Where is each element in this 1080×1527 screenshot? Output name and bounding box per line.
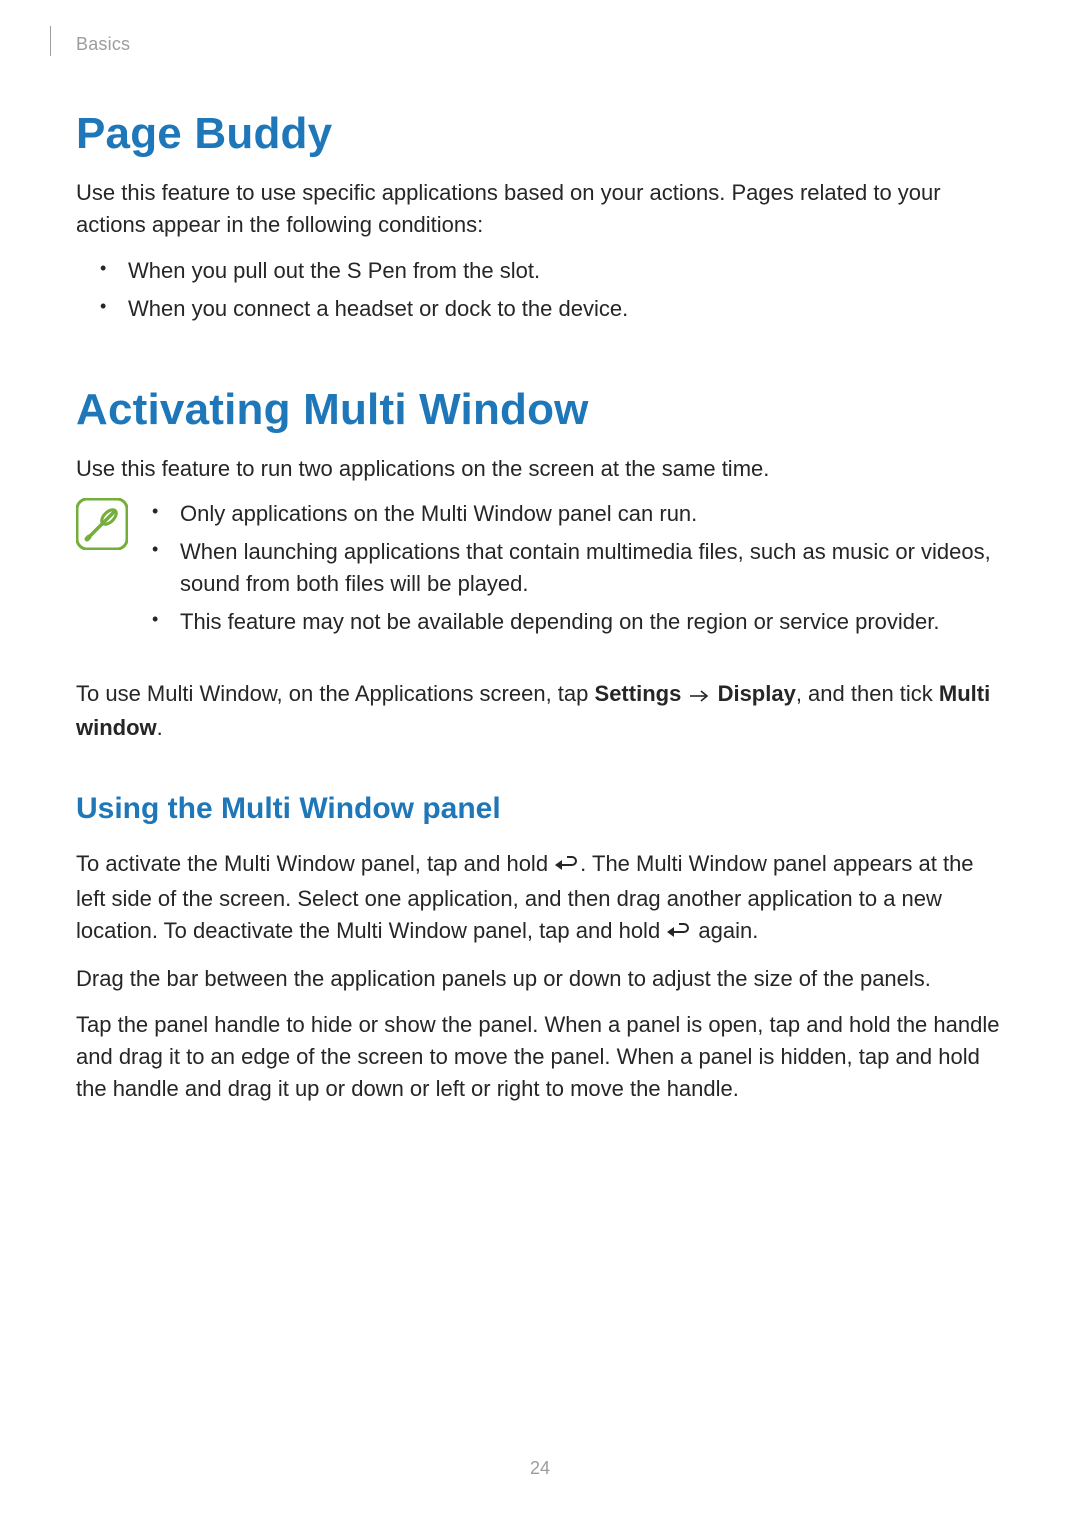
text-fragment: again.: [692, 918, 758, 943]
text-fragment: .: [157, 715, 163, 740]
using-panel-p2: Drag the bar between the application pan…: [76, 963, 1004, 995]
list-item: When launching applications that contain…: [152, 536, 1004, 600]
back-icon: [666, 918, 692, 950]
heading-using-panel: Using the Multi Window panel: [76, 792, 1004, 826]
heading-multi-window: Activating Multi Window: [76, 385, 1004, 435]
page-number: 24: [0, 1458, 1080, 1479]
page-buddy-list: When you pull out the S Pen from the slo…: [76, 255, 1004, 325]
multi-window-howto: To use Multi Window, on the Applications…: [76, 678, 1004, 744]
note-icon: [76, 498, 128, 555]
list-item: Only applications on the Multi Window pa…: [152, 498, 1004, 530]
page-buddy-intro: Use this feature to use specific applica…: [76, 177, 1004, 241]
text-fragment: , and then tick: [796, 681, 939, 706]
breadcrumb: Basics: [76, 34, 1004, 55]
list-item: When you pull out the S Pen from the slo…: [100, 255, 1004, 287]
page: Basics Page Buddy Use this feature to us…: [0, 0, 1080, 1527]
breadcrumb-rule: [50, 26, 51, 56]
note-row: Only applications on the Multi Window pa…: [76, 498, 1004, 664]
using-panel-p3: Tap the panel handle to hide or show the…: [76, 1009, 1004, 1105]
arrow-right-icon: [689, 680, 709, 712]
list-item: This feature may not be available depend…: [152, 606, 1004, 638]
settings-label: Settings: [595, 681, 682, 706]
text-fragment: To use Multi Window, on the Applications…: [76, 681, 595, 706]
multi-window-notes: Only applications on the Multi Window pa…: [146, 498, 1004, 644]
section-spacer: [76, 345, 1004, 385]
multi-window-intro: Use this feature to run two applications…: [76, 453, 1004, 485]
text-fragment: To activate the Multi Window panel, tap …: [76, 851, 554, 876]
using-panel-p1: To activate the Multi Window panel, tap …: [76, 848, 1004, 950]
list-item: When you connect a headset or dock to th…: [100, 293, 1004, 325]
display-label: Display: [718, 681, 796, 706]
heading-page-buddy: Page Buddy: [76, 109, 1004, 159]
back-icon: [554, 851, 580, 883]
